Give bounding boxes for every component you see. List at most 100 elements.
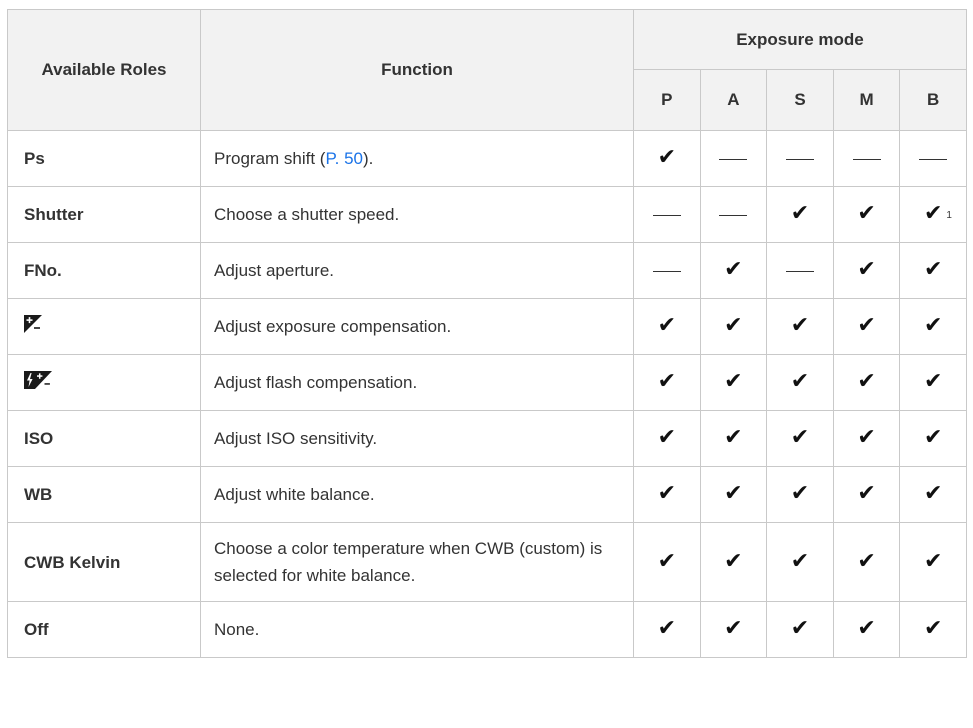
function-text: Program shift ( [214,149,326,168]
mode-b-cell: ✔ [899,242,967,299]
checkmark-icon: ✔ [923,548,943,574]
checkmark-icon: ✔ [724,548,743,574]
header-available-roles: Available Roles [7,9,201,131]
not-available-dash-icon [919,159,948,161]
table-row: Ps Program shift (P. 50). ✔ [7,130,967,187]
checkmark-icon: ✔ [790,425,810,450]
header-mode-b: B [899,69,967,131]
role-cell [7,298,201,355]
checkmark-icon: ✔ [857,201,876,226]
mode-a-cell: ✔ [699,466,768,523]
role-label: CWB Kelvin [24,552,121,572]
table-row: Shutter Choose a shutter speed. ✔ ✔ ✔ 1 [7,186,967,243]
not-available-dash-icon [719,215,748,217]
checkmark-icon: ✔ [857,257,876,282]
role-cell: Off [7,601,201,658]
checkmark-icon: ✔ [923,481,943,506]
checkmark-icon: ✔ [657,313,677,338]
function-cell: Adjust white balance. [200,466,634,523]
mode-a-cell: ✔ [699,354,768,411]
mode-b-cell: ✔ [899,466,967,523]
mode-s-cell: ✔ [766,298,834,355]
checkmark-icon: ✔ [923,201,943,226]
mode-b-cell: ✔ [899,298,967,355]
page-reference-link[interactable]: P. 50 [325,149,363,168]
function-cell: Choose a color temperature when CWB (cus… [200,522,634,602]
function-text: Choose a shutter speed. [214,205,400,224]
checkmark-icon: ✔ [657,369,677,394]
mode-m-cell: ✔ [832,601,901,658]
table-row: ISO Adjust ISO sensitivity. ✔ ✔ ✔ ✔ ✔ [7,410,967,467]
mode-a-cell: ✔ [699,298,768,355]
role-label: ISO [24,429,54,448]
mode-a-cell [699,186,768,243]
mode-b-cell [899,130,967,187]
function-text: Adjust white balance. [214,485,375,504]
header-mode-s: S [766,69,834,131]
mode-b-cell: ✔ 1 [899,186,967,243]
checkmark-icon: ✔ [790,201,810,226]
checkmark-icon: ✔ [724,257,743,282]
function-text: Adjust ISO sensitivity. [214,429,378,448]
table-row: WB Adjust white balance. ✔ ✔ ✔ ✔ ✔ [7,466,967,523]
function-cell: Adjust flash compensation. [200,354,634,411]
mode-m-cell: ✔ [832,466,901,523]
mode-p-cell [633,242,701,299]
checkmark-icon: ✔ [724,616,743,641]
not-available-dash-icon [785,159,814,161]
role-cell: ISO [7,410,201,467]
flash-compensation-icon [24,370,52,397]
mode-m-cell [832,130,901,187]
mode-p-cell [633,186,701,243]
function-cell: Choose a shutter speed. [200,186,634,243]
header-mode-m: M [832,69,901,131]
function-cell: Adjust exposure compensation. [200,298,634,355]
checkmark-icon: ✔ [857,616,876,641]
mode-s-cell: ✔ [766,522,834,602]
role-cell: Shutter [7,186,201,243]
checkmark-icon: ✔ [857,481,876,506]
checkmark-icon: ✔ [857,548,876,574]
checkmark-icon: ✔ [857,425,876,450]
mode-s-cell [766,130,834,187]
mode-s-cell: ✔ [766,410,834,467]
checkmark-icon: ✔ [724,481,743,506]
checkmark-icon: ✔ [923,425,943,450]
not-available-dash-icon [652,271,681,273]
checkmark-icon: ✔ [790,548,810,574]
header-mode-a: A [699,69,768,131]
role-label: Ps [24,149,45,168]
mode-s-cell: ✔ [766,354,834,411]
table-body: Ps Program shift (P. 50). ✔ Shutter Choose a… [7,130,967,658]
role-cell: Ps [7,130,201,187]
function-cell: Program shift (P. 50). [200,130,634,187]
function-text: Adjust exposure compensation. [214,317,452,336]
checkmark-icon: ✔ [857,313,876,338]
checkmark-icon: ✔ [657,616,677,641]
mode-m-cell: ✔ [832,354,901,411]
checkmark-icon: ✔ [857,369,876,394]
mode-p-cell: ✔ [633,466,701,523]
mode-p-cell: ✔ [633,410,701,467]
mode-a-cell: ✔ [699,522,768,602]
not-available-dash-icon [785,271,814,273]
table-row: Adjust flash compensation. ✔ ✔ ✔ ✔ ✔ [7,354,967,411]
mode-a-cell: ✔ [699,242,768,299]
checkmark-icon: ✔ [790,616,810,641]
checkmark-icon: ✔ [657,425,677,450]
mode-b-cell: ✔ [899,601,967,658]
function-text: Adjust flash compensation. [214,373,418,392]
function-text: Choose a color temperature when CWB (cus… [214,539,603,585]
mode-m-cell: ✔ [832,522,901,602]
mode-p-cell: ✔ [633,522,701,602]
header-exposure-mode: Exposure mode [633,9,967,70]
mode-s-cell [766,242,834,299]
role-cell: WB [7,466,201,523]
mode-m-cell: ✔ [832,186,901,243]
checkmark-icon: ✔ [923,616,943,641]
mode-a-cell [699,130,768,187]
mode-s-cell: ✔ [766,186,834,243]
mode-s-cell: ✔ [766,601,834,658]
mode-m-cell: ✔ [832,242,901,299]
role-label: Off [24,620,49,639]
